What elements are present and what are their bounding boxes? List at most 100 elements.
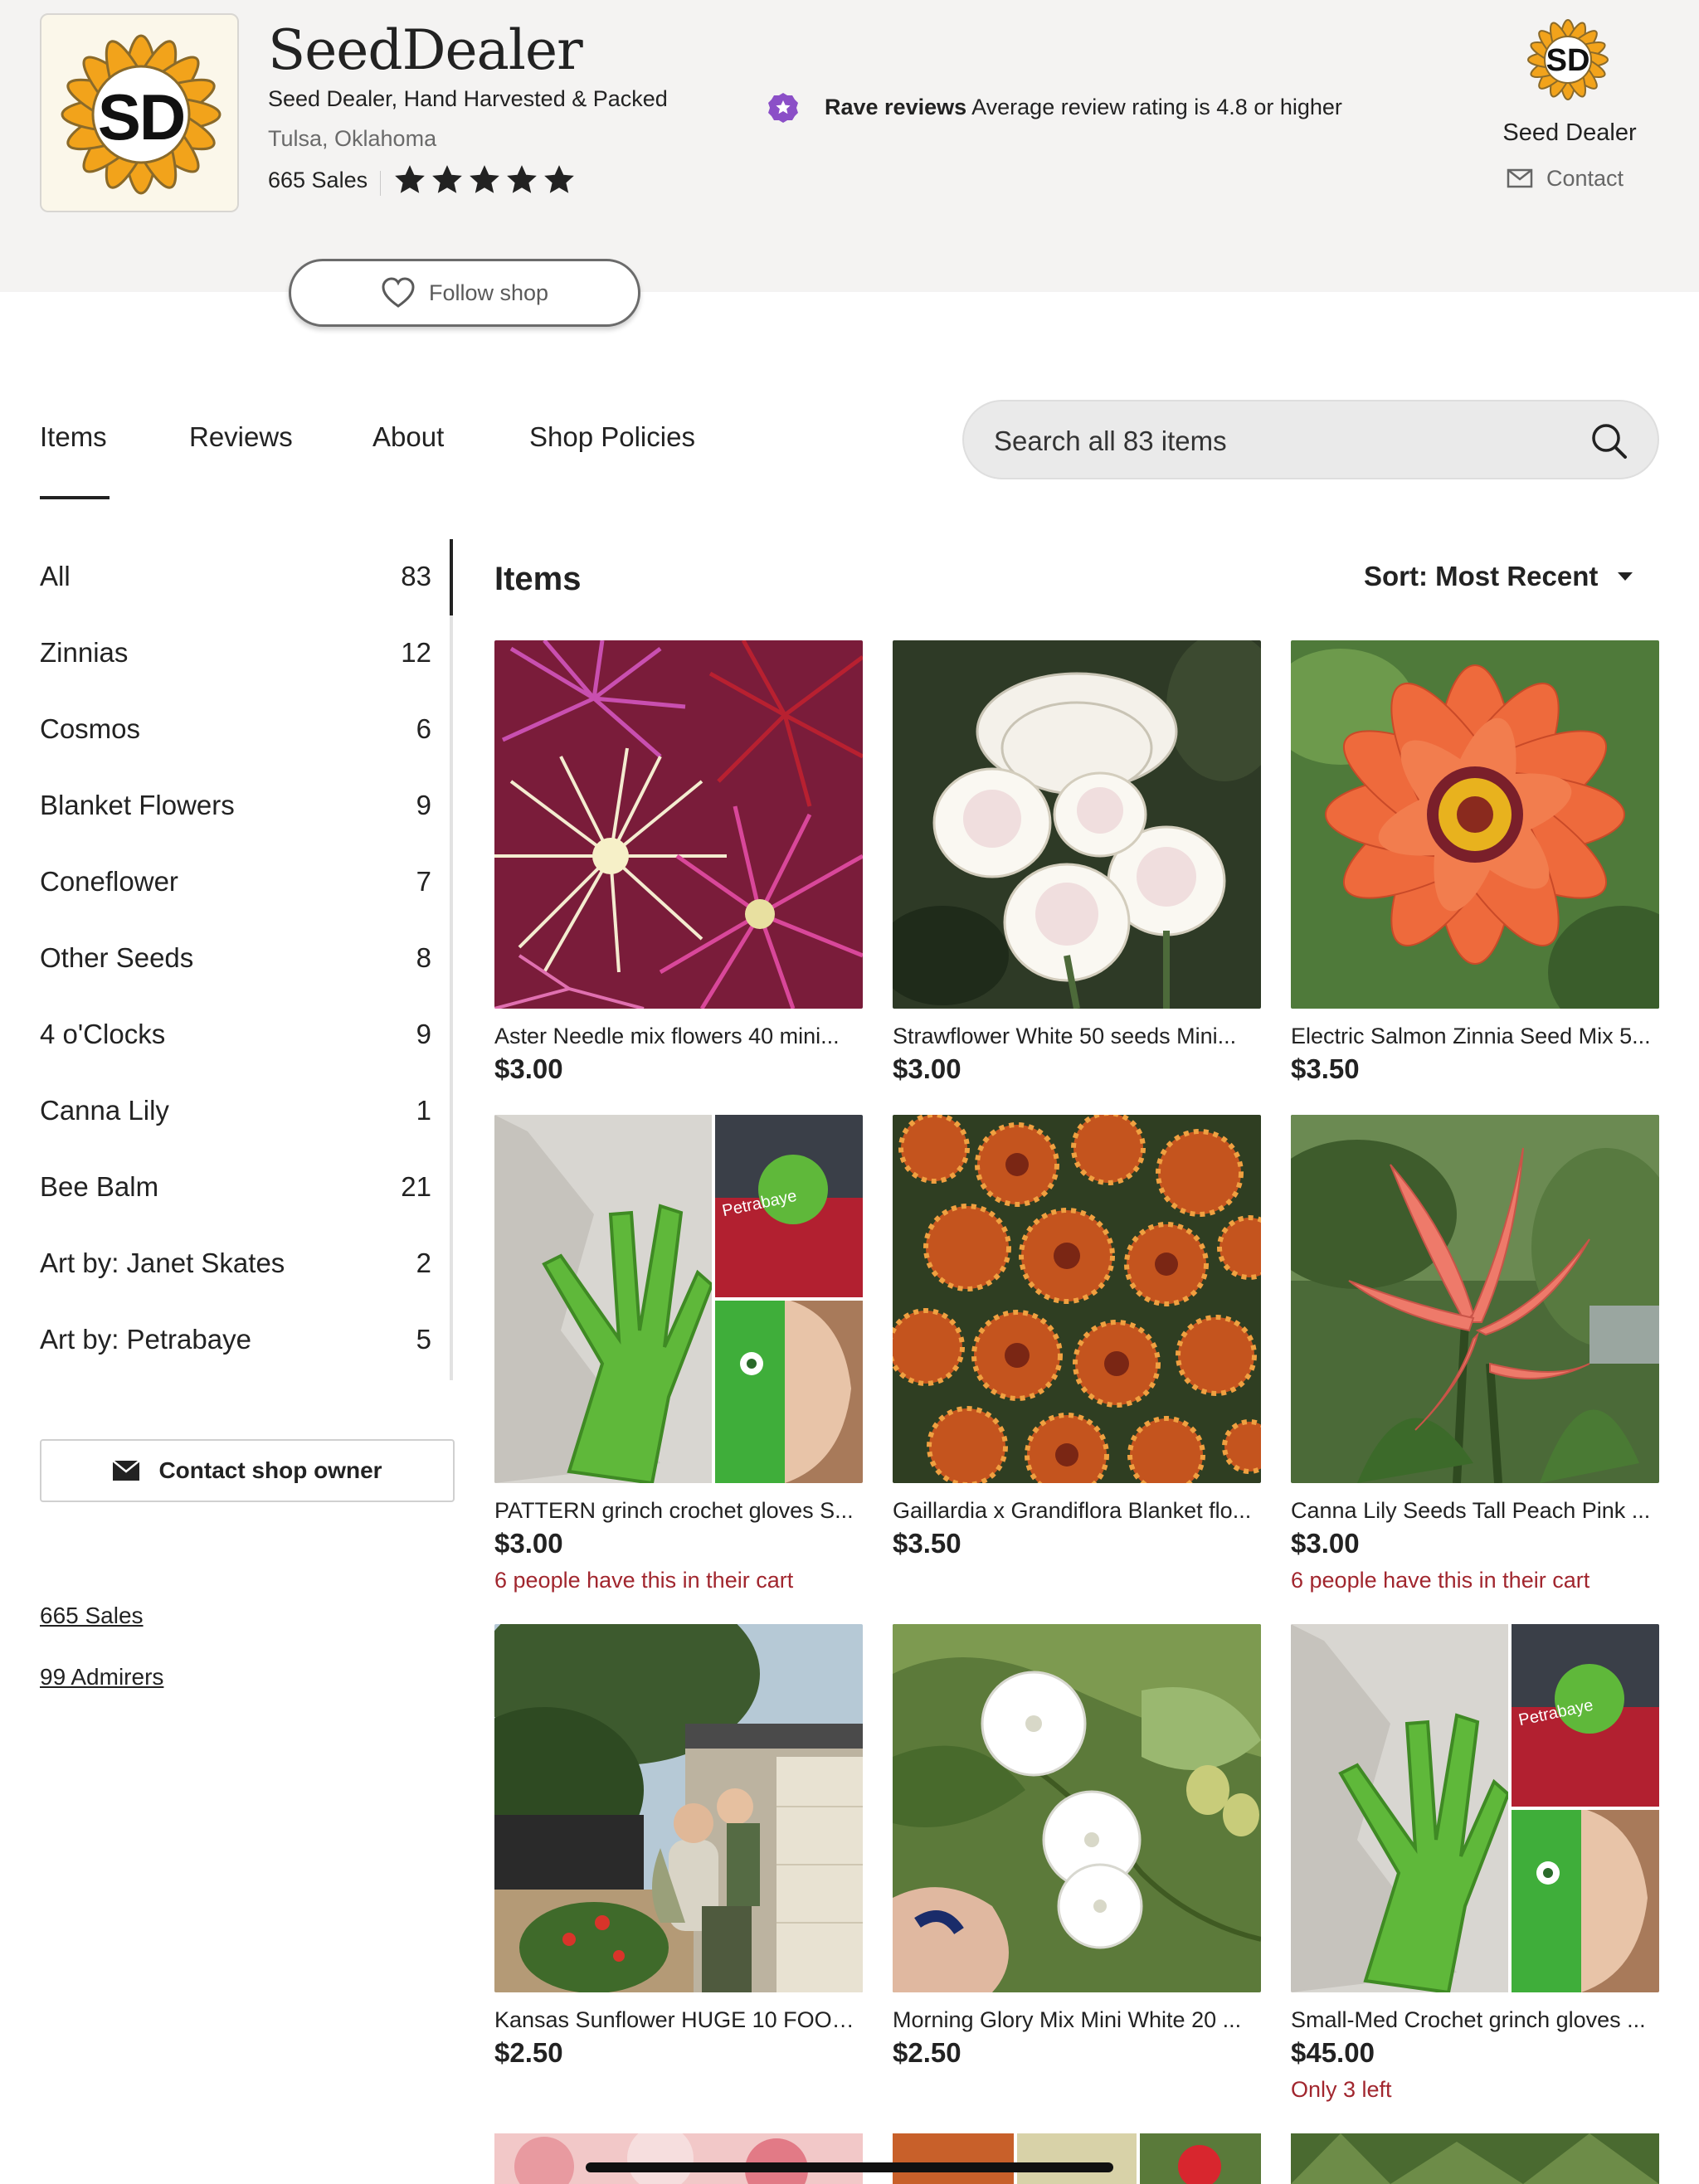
category-count: 7 xyxy=(416,866,431,897)
grinch-gloves-image xyxy=(494,1115,863,1483)
shop-name: SeedDealer xyxy=(268,18,583,82)
shop-sales-count: 665 Sales xyxy=(268,168,368,192)
listing-title[interactable]: Strawflower White 50 seeds Mini... xyxy=(893,1024,1261,1049)
listing-price: $3.50 xyxy=(1291,1053,1360,1084)
follow-shop-button[interactable]: Follow shop xyxy=(289,259,640,327)
listing-price: $3.00 xyxy=(1291,1528,1360,1559)
listing-image[interactable] xyxy=(1291,1115,1659,1483)
category-label: Canna Lily xyxy=(40,1095,169,1126)
category-count: 83 xyxy=(401,561,431,591)
admirers-link[interactable]: 99 Admirers xyxy=(40,1664,163,1690)
sidebar-rail xyxy=(450,539,453,1380)
sidebar-item-cosmos[interactable]: Cosmos 6 xyxy=(40,713,431,763)
mail-icon xyxy=(1507,168,1533,187)
sidebar-item-4-oclocks[interactable]: 4 o'Clocks 9 xyxy=(40,1019,431,1068)
sales-link[interactable]: 665 Sales xyxy=(40,1603,144,1629)
listing-image[interactable] xyxy=(494,1624,863,1992)
listing-price: $2.50 xyxy=(494,2037,563,2068)
active-tab-indicator xyxy=(40,496,110,499)
sidebar-item-other-seeds[interactable]: Other Seeds 8 xyxy=(40,942,431,992)
search-input[interactable] xyxy=(994,423,1558,460)
sidebar-item-canna-lily[interactable]: Canna Lily 1 xyxy=(40,1095,431,1145)
envelope-icon xyxy=(112,1460,141,1481)
tab-reviews[interactable]: Reviews xyxy=(189,421,293,453)
listing-title[interactable]: Small-Med Crochet grinch gloves ... xyxy=(1291,2007,1659,2033)
listing-title[interactable]: Aster Needle mix flowers 40 mini... xyxy=(494,1024,863,1049)
category-label: Cosmos xyxy=(40,713,141,744)
home-indicator[interactable] xyxy=(586,2162,1113,2172)
listing-image[interactable] xyxy=(1291,640,1659,1009)
sidebar-item-blanket-flowers[interactable]: Blanket Flowers 9 xyxy=(40,790,431,839)
mixed-flowers-image xyxy=(893,2133,1261,2184)
listing-title[interactable]: Morning Glory Mix Mini White 20 ... xyxy=(893,2007,1261,2033)
star-icon xyxy=(470,165,499,193)
sidebar-item-coneflower[interactable]: Coneflower 7 xyxy=(40,866,431,916)
category-count: 1 xyxy=(416,1095,431,1126)
logo-text: SD xyxy=(97,80,186,153)
listing-card-partial[interactable] xyxy=(893,2133,1261,2184)
sidebar-item-art-janet-skates[interactable]: Art by: Janet Skates 2 xyxy=(40,1248,431,1297)
listing-title[interactable]: Kansas Sunflower HUGE 10 FOOT ... xyxy=(494,2007,863,2033)
owner-avatar-text: SD xyxy=(1546,43,1590,78)
tab-about[interactable]: About xyxy=(372,421,444,453)
category-count: 6 xyxy=(416,713,431,744)
listing-card-partial[interactable] xyxy=(494,2133,863,2184)
star-icon xyxy=(507,165,537,193)
category-label: Other Seeds xyxy=(40,942,194,973)
items-heading: Items xyxy=(494,561,582,597)
category-label: Art by: Petrabaye xyxy=(40,1324,251,1355)
star-icon xyxy=(395,165,425,193)
follow-shop-label: Follow shop xyxy=(428,280,549,305)
listing-image[interactable] xyxy=(893,1624,1261,1992)
shop-logo[interactable]: SD xyxy=(40,13,239,212)
contact-owner-link[interactable]: Contact xyxy=(1507,166,1624,192)
search-icon[interactable] xyxy=(1586,418,1633,465)
sidebar-item-bee-balm[interactable]: Bee Balm 21 xyxy=(40,1171,431,1221)
rave-reviews-badge-icon xyxy=(768,93,798,123)
listing-card-partial[interactable] xyxy=(1291,2133,1659,2184)
pink-flowers-image xyxy=(494,2133,863,2184)
sidebar-item-all[interactable]: All 83 xyxy=(40,561,431,610)
sidebar-active-indicator xyxy=(450,539,453,615)
aster-flowers-image xyxy=(494,640,863,1009)
listing-price: $3.00 xyxy=(893,1053,961,1084)
category-count: 5 xyxy=(416,1324,431,1355)
tab-items[interactable]: Items xyxy=(40,421,107,453)
stock-notice: Only 3 left xyxy=(1291,2077,1392,2102)
listing-image[interactable] xyxy=(494,640,863,1009)
listing-title[interactable]: Gaillardia x Grandiflora Blanket flo... xyxy=(893,1498,1261,1524)
sidebar-item-art-petrabaye[interactable]: Art by: Petrabaye 5 xyxy=(40,1324,431,1374)
sort-dropdown[interactable]: Sort: Most Recent xyxy=(1364,561,1634,592)
contact-label: Contact xyxy=(1546,166,1624,191)
contact-shop-owner-label: Contact shop owner xyxy=(158,1457,382,1483)
rave-reviews-description: Average review rating is 4.8 or higher xyxy=(971,95,1342,119)
listing-image[interactable] xyxy=(893,1115,1261,1483)
listing-image[interactable]: Petrabaye xyxy=(494,1115,863,1483)
sidebar-item-zinnias[interactable]: Zinnias 12 xyxy=(40,637,431,687)
tab-shop-policies[interactable]: Shop Policies xyxy=(529,421,695,453)
heart-icon xyxy=(382,277,415,308)
gaillardia-image xyxy=(893,1115,1261,1483)
shop-location: Tulsa, Oklahoma xyxy=(268,126,437,151)
category-count: 21 xyxy=(401,1171,431,1202)
listing-title[interactable]: PATTERN grinch crochet gloves S... xyxy=(494,1498,863,1524)
zinnia-image xyxy=(1291,640,1659,1009)
contact-shop-owner-button[interactable]: Contact shop owner xyxy=(40,1439,455,1502)
category-count: 9 xyxy=(416,790,431,820)
listing-price: $45.00 xyxy=(1291,2037,1375,2068)
star-icon xyxy=(432,165,462,193)
rave-reviews-title: Rave reviews xyxy=(825,95,967,119)
category-count: 12 xyxy=(401,637,431,668)
category-count: 2 xyxy=(416,1248,431,1278)
listing-image[interactable] xyxy=(893,640,1261,1009)
shop-tagline: Seed Dealer, Hand Harvested & Packed xyxy=(268,86,668,111)
listing-price: $2.50 xyxy=(893,2037,961,2068)
listing-title[interactable]: Electric Salmon Zinnia Seed Mix 5... xyxy=(1291,1024,1659,1049)
listing-image[interactable]: Petrabaye xyxy=(1291,1624,1659,1992)
listing-title[interactable]: Canna Lily Seeds Tall Peach Pink ... xyxy=(1291,1498,1659,1524)
cart-notice: 6 people have this in their cart xyxy=(494,1568,794,1593)
rave-reviews-text: Rave reviews Average review rating is 4.… xyxy=(825,95,1342,120)
morning-glory-image xyxy=(893,1624,1261,1992)
search-box[interactable] xyxy=(962,400,1659,479)
category-label: Art by: Janet Skates xyxy=(40,1248,285,1278)
